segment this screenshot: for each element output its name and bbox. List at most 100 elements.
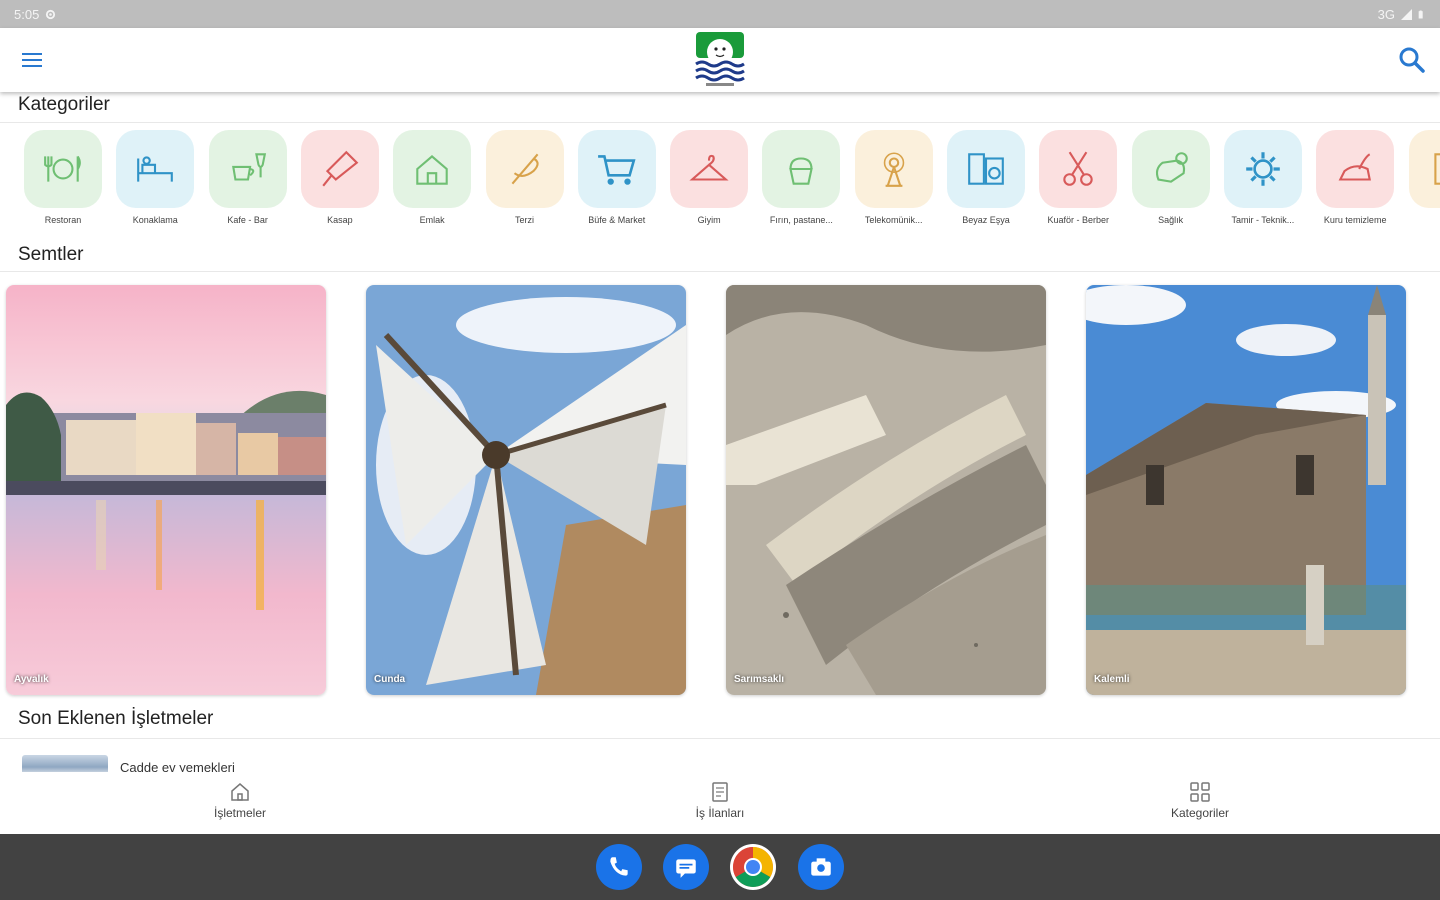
district-caption: Ayvalık — [14, 674, 49, 685]
app-logo — [695, 32, 745, 86]
category-label: Kafe - Bar — [227, 215, 268, 225]
district-card-kalemli[interactable]: Kalemli — [1086, 285, 1406, 695]
category-label: Kuru temizleme — [1323, 215, 1387, 225]
category-item[interactable]: Tamir - Teknik... — [1223, 130, 1302, 225]
category-item[interactable]: Kuaför - Berber — [1039, 130, 1118, 225]
category-label: Kı... — [1402, 215, 1440, 225]
category-tile — [670, 130, 749, 208]
jobs-icon — [712, 782, 728, 802]
network-type: 3G — [1377, 6, 1395, 22]
nav-categories[interactable]: Kategoriler — [1130, 780, 1270, 820]
category-item[interactable]: Konaklama — [116, 130, 195, 225]
categories-title: Kategoriler — [18, 94, 110, 115]
iron-icon — [1338, 153, 1372, 181]
antenna-icon — [883, 152, 904, 187]
windmill-photo — [366, 285, 686, 695]
nav-businesses[interactable]: İşletmeler — [170, 780, 310, 820]
district-caption: Kalemli — [1094, 674, 1130, 685]
categories-carousel[interactable]: Restoran Konaklama Kafe - Bar Kasap Emlak Ter… — [24, 130, 1440, 234]
district-caption: Cunda — [374, 674, 406, 685]
recent-title: Son Eklenen İşletmeler — [18, 708, 214, 729]
nav-label: İşletmeler — [213, 806, 266, 820]
restaurant-icon — [44, 155, 81, 182]
nav-jobs[interactable]: İş İlanları — [650, 780, 790, 820]
battery-icon — [1418, 10, 1423, 18]
district-card-sarimsakli[interactable]: Sarımsaklı — [726, 285, 1046, 695]
category-label: Emlak — [419, 215, 445, 225]
category-label: Terzi — [514, 215, 534, 225]
category-item[interactable]: Kasap — [300, 130, 379, 225]
category-tile — [854, 130, 933, 208]
category-item[interactable]: Emlak — [393, 130, 472, 225]
bottom-navigation: İşletmeler İş İlanları Kategoriler — [0, 772, 1440, 834]
category-item[interactable]: Sağlık — [1131, 130, 1210, 225]
ruins-photo — [726, 285, 1046, 695]
messages-app-icon[interactable] — [663, 844, 709, 890]
category-item[interactable]: Büfe & Market — [577, 130, 656, 225]
category-item[interactable]: Kafe - Bar — [208, 130, 287, 225]
category-label: Büfe & Market — [588, 215, 646, 225]
cupcake-icon — [789, 157, 814, 185]
category-tile — [24, 130, 102, 208]
category-tile — [762, 130, 841, 208]
house-icon — [416, 155, 448, 185]
hanger-icon — [689, 154, 729, 181]
district-card-cunda[interactable]: Cunda — [366, 285, 686, 695]
app-bar — [0, 28, 1440, 92]
scissors-icon — [1063, 151, 1093, 186]
health-icon — [1155, 152, 1188, 183]
category-tile — [577, 130, 656, 208]
category-label: Konaklama — [132, 215, 178, 225]
category-label: Beyaz Eşya — [962, 215, 1010, 225]
category-tile — [1223, 130, 1302, 208]
signal-icon — [1401, 8, 1412, 20]
category-tile — [947, 130, 1025, 208]
district-card-ayvalik[interactable]: Ayvalık — [6, 285, 326, 695]
district-caption: Sarımsaklı — [734, 674, 785, 685]
divider — [0, 738, 1440, 739]
search-icon[interactable] — [1396, 44, 1428, 76]
home-icon — [231, 783, 249, 801]
harbor-photo — [6, 285, 326, 695]
status-time: 5:05 — [14, 6, 40, 22]
category-item[interactable]: Telekomünik... — [854, 130, 933, 225]
gear-icon — [1246, 152, 1280, 186]
category-label: Kasap — [327, 215, 353, 225]
book-icon — [1433, 153, 1440, 185]
nav-label: Kategoriler — [1170, 806, 1230, 820]
status-bar: 5:05 3G — [0, 0, 1440, 28]
category-item[interactable]: Kuru temizleme — [1316, 130, 1395, 225]
needle-icon — [511, 153, 539, 185]
category-label: Tamir - Teknik... — [1231, 215, 1295, 225]
phone-app-icon[interactable] — [596, 844, 642, 890]
divider — [0, 122, 1440, 123]
category-item[interactable]: Fırın, pastane... — [762, 130, 841, 225]
category-tile — [1316, 130, 1395, 208]
chrome-app-icon[interactable] — [730, 844, 776, 890]
settings-status-icon — [46, 9, 56, 19]
camera-app-icon[interactable] — [798, 844, 844, 890]
cleaver-icon — [322, 150, 359, 187]
category-item[interactable]: Terzi — [485, 130, 564, 225]
category-tile — [1131, 130, 1210, 208]
category-tile — [300, 130, 379, 208]
divider — [0, 271, 1440, 272]
category-label: Restoran — [44, 215, 82, 225]
bed-icon — [137, 156, 174, 182]
cafe-icon — [231, 153, 266, 181]
category-label: Giyim — [697, 215, 721, 225]
hamburger-menu-icon[interactable] — [20, 48, 44, 72]
category-item[interactable]: Beyaz Eşya — [947, 130, 1025, 225]
system-dock — [0, 834, 1440, 900]
nav-label: İş İlanları — [695, 806, 745, 820]
category-tile — [1039, 130, 1118, 208]
category-tile — [485, 130, 564, 208]
category-label: Fırın, pastane... — [769, 215, 833, 225]
appliance-icon — [968, 153, 1004, 185]
cart-icon — [597, 155, 636, 185]
category-item[interactable]: Kı... — [1408, 130, 1440, 225]
category-item[interactable]: Restoran — [24, 130, 102, 225]
category-item[interactable]: Giyim — [670, 130, 749, 225]
districts-title: Semtler — [18, 244, 84, 265]
category-tile — [1408, 130, 1440, 208]
